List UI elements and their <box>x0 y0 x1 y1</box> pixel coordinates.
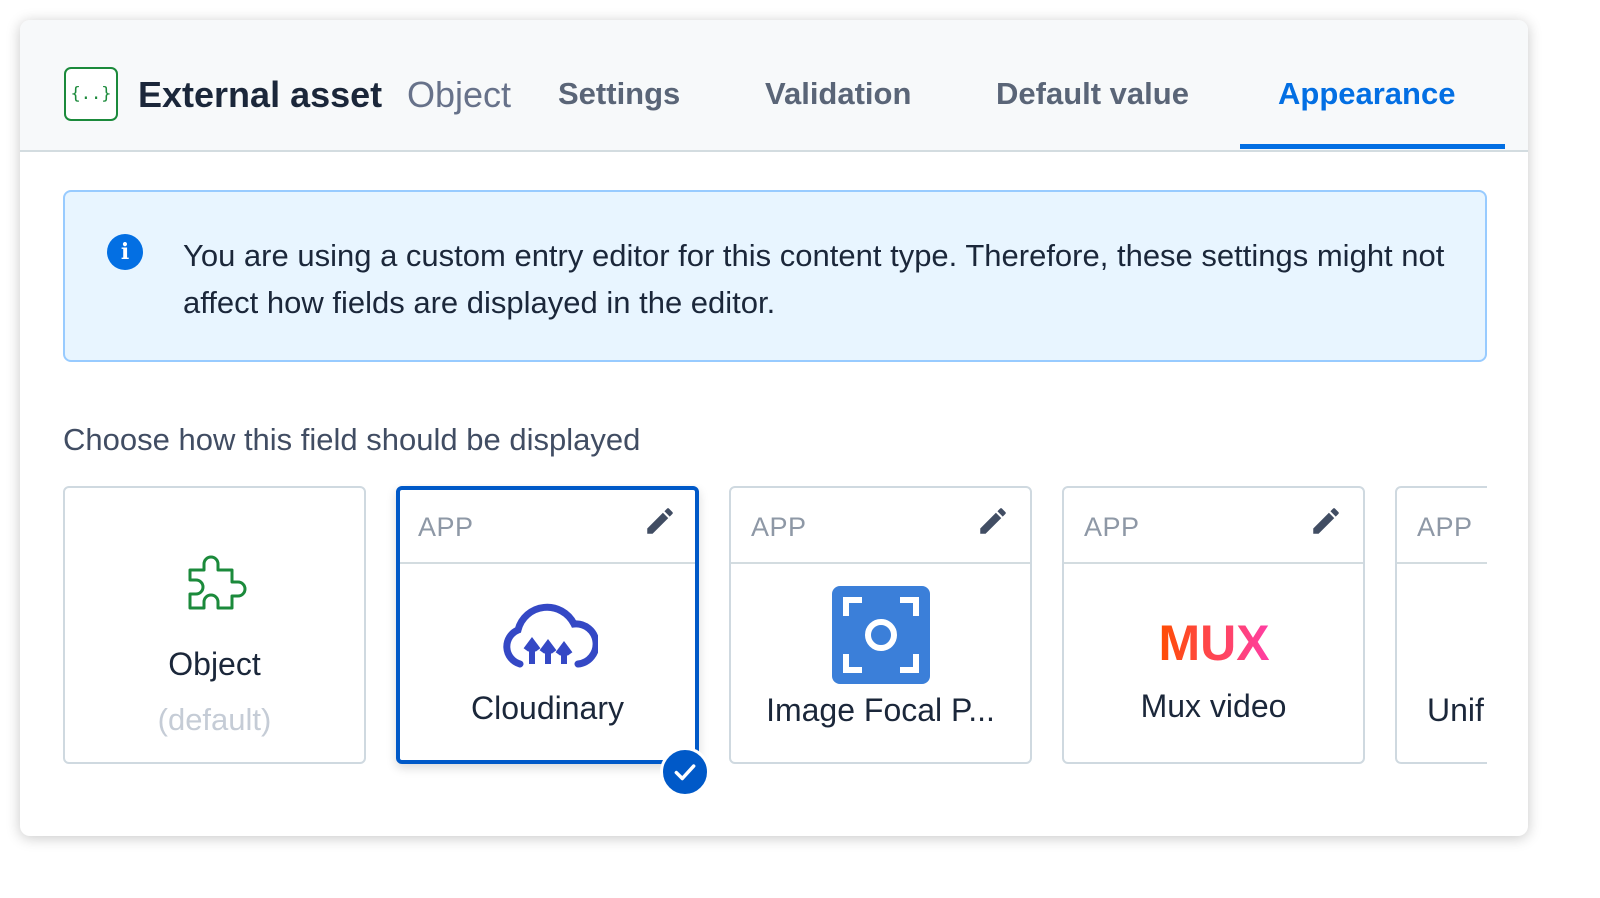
info-icon: i <box>107 234 143 270</box>
tab-appearance[interactable]: Appearance <box>1278 76 1455 112</box>
focal-point-logo <box>831 586 930 684</box>
widget-card-header: APP <box>400 490 695 564</box>
active-tab-indicator <box>1240 144 1505 149</box>
cloudinary-logo <box>502 603 598 668</box>
field-type: Object <box>407 74 512 115</box>
app-tag: APP <box>1084 512 1140 542</box>
tab-default-value[interactable]: Default value <box>996 76 1189 112</box>
widget-card-cloudinary[interactable]: APP Cloudinary <box>396 486 699 764</box>
widget-card-mux-video[interactable]: APP MUX Mux video <box>1062 486 1365 764</box>
widget-card-body: MUX Mux video <box>1064 566 1363 762</box>
widget-card-header: APP <box>1064 488 1363 564</box>
selected-check-icon <box>660 747 710 797</box>
widget-card-object[interactable]: Object (default) <box>63 486 366 764</box>
widget-card-default-label: (default) <box>157 702 272 737</box>
info-note-text: You are using a custom entry editor for … <box>183 238 1445 320</box>
widget-card-name: Cloudinary <box>471 690 624 726</box>
json-object-icon: {..} <box>64 67 118 121</box>
info-note: i You are using a custom entry editor fo… <box>63 190 1487 362</box>
puzzle-icon <box>188 555 246 610</box>
widget-card-body: Unif <box>1397 566 1487 762</box>
checkmark-icon <box>674 764 696 781</box>
widget-card-name: Mux video <box>1140 688 1287 724</box>
pencil-icon[interactable] <box>976 504 1010 538</box>
pencil-icon[interactable] <box>643 504 677 538</box>
field-editor-panel: {..} External asset Object Settings Vali… <box>20 20 1528 836</box>
widget-options: Object (default) APP Cloudinary APP Imag… <box>63 484 1487 804</box>
widget-card-name: Object <box>168 646 261 682</box>
field-header: {..} External asset Object Settings Vali… <box>20 20 1528 152</box>
widget-card-image-focal-point[interactable]: APP Image Focal P... <box>729 486 1032 764</box>
widget-card-name: Image Focal P... <box>766 692 995 728</box>
appearance-section-label: Choose how this field should be displaye… <box>63 422 641 457</box>
field-name: External asset <box>138 74 383 115</box>
widget-card-unif[interactable]: APP Unif <box>1395 486 1487 764</box>
widget-card-body: Cloudinary <box>400 566 695 762</box>
mux-logo: MUX <box>1158 620 1269 664</box>
tab-validation[interactable]: Validation <box>765 76 911 112</box>
pencil-icon[interactable] <box>1309 504 1343 538</box>
widget-card-header: APP <box>731 488 1030 564</box>
app-tag: APP <box>751 512 807 542</box>
mux-logo-text: MUX <box>1158 620 1269 664</box>
widget-card-header: APP <box>1397 488 1487 564</box>
app-tag: APP <box>1417 512 1473 542</box>
widget-card-name: Unif <box>1427 692 1484 728</box>
widget-card-body: Image Focal P... <box>731 566 1030 762</box>
tab-settings[interactable]: Settings <box>558 76 680 112</box>
app-tag: APP <box>418 512 474 542</box>
widget-card-body: Object (default) <box>65 488 364 762</box>
